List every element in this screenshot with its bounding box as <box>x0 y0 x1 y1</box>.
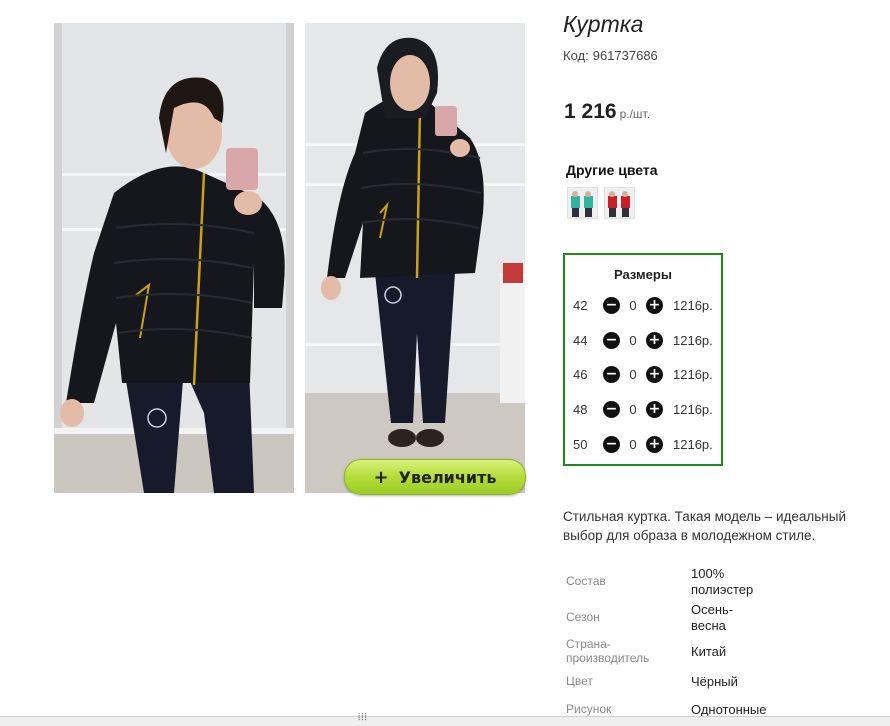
size-label: 48 <box>573 401 588 417</box>
product-photo-front[interactable] <box>54 23 294 493</box>
minus-icon[interactable]: − <box>603 365 620 383</box>
price-amount: 1 216 <box>564 100 617 123</box>
size-row: 46 − 0 + 1216р. <box>573 365 713 383</box>
color-variant-thumbnail[interactable] <box>604 187 635 219</box>
property-label: Цвет <box>566 674 593 688</box>
plus-icon: + <box>373 466 389 488</box>
property-label: Сезон <box>566 610 600 624</box>
size-price: 1216р. <box>673 401 713 417</box>
property-value: Китай <box>691 644 727 659</box>
product-price: 1 216 р./шт. <box>564 100 650 124</box>
size-quantity: 0 <box>629 436 637 452</box>
plus-icon[interactable]: + <box>646 331 663 349</box>
color-variant-image <box>605 188 634 218</box>
zoom-button-label: Увеличить <box>398 467 497 487</box>
minus-icon[interactable]: − <box>603 331 620 349</box>
plus-icon[interactable]: + <box>646 435 663 453</box>
photo-illustration-front <box>54 23 294 493</box>
color-variant-thumbnail[interactable] <box>567 187 598 219</box>
minus-icon[interactable]: − <box>603 435 620 453</box>
size-quantity: 0 <box>629 401 637 417</box>
property-value: 100% полиэстер <box>691 566 754 597</box>
size-row: 48 − 0 + 1216р. <box>573 400 713 418</box>
size-quantity: 0 <box>629 366 637 382</box>
product-code: Код: 961737686 <box>563 48 662 63</box>
property-label: Состав <box>566 574 606 588</box>
plus-icon[interactable]: + <box>646 365 663 383</box>
price-unit: р./шт. <box>619 107 651 121</box>
size-row: 42 − 0 + 1216р. <box>573 296 713 314</box>
photo-illustration-full <box>305 23 525 493</box>
size-price: 1216р. <box>673 366 713 382</box>
property-label: Страна-производитель <box>566 637 650 665</box>
size-label: 46 <box>573 366 588 382</box>
product-code-label: Код: <box>563 48 589 63</box>
size-quantity: 0 <box>629 332 637 348</box>
sizes-panel: Размеры 42 − 0 + 1216р. 44 − 0 + 1216р. … <box>563 253 723 466</box>
size-price: 1216р. <box>673 297 713 313</box>
product-code-value: 961737686 <box>592 48 658 63</box>
size-label: 50 <box>573 436 588 452</box>
plus-icon[interactable]: + <box>646 400 663 418</box>
size-label: 42 <box>573 297 588 313</box>
plus-icon[interactable]: + <box>646 296 663 314</box>
minus-icon[interactable]: − <box>603 296 620 314</box>
size-label: 44 <box>573 332 588 348</box>
scrollbar-grip-icon: ⦙⦙⦙ <box>358 712 368 723</box>
property-value: Осень-весна <box>691 602 734 633</box>
minus-icon[interactable]: − <box>603 400 620 418</box>
property-value: Чёрный <box>691 674 738 689</box>
size-row: 50 − 0 + 1216р. <box>573 435 713 453</box>
product-title: Куртка <box>563 11 644 37</box>
sizes-title: Размеры <box>614 267 672 282</box>
product-description: Стильная куртка. Такая модель – идеальны… <box>563 509 846 543</box>
color-variant-image <box>568 188 597 218</box>
property-label: Рисунок <box>566 702 612 716</box>
size-price: 1216р. <box>673 332 713 348</box>
zoom-button[interactable]: + Увеличить <box>344 459 526 495</box>
other-colors-title: Другие цвета <box>566 162 658 178</box>
size-quantity: 0 <box>629 297 637 313</box>
size-price: 1216р. <box>673 436 713 452</box>
product-photo-full[interactable] <box>305 23 525 493</box>
size-row: 44 − 0 + 1216р. <box>573 331 713 349</box>
